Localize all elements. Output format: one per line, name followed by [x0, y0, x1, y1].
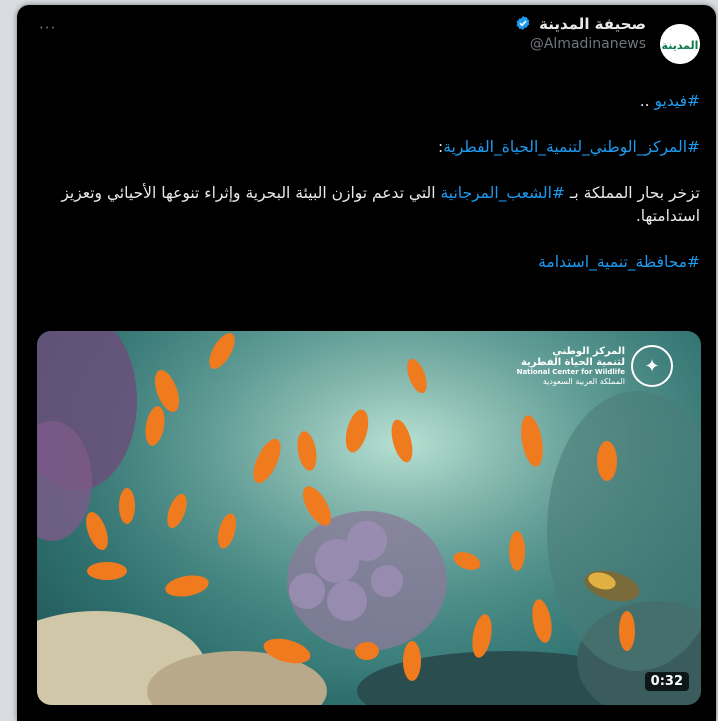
author-block: صحيفة المدينة @Almadinanews — [515, 15, 646, 52]
hashtag-wildlife-center[interactable]: #المركز_الوطني_لتنمية_الحياة_الفطرية — [443, 138, 700, 156]
avatar-text: المدينة — [662, 39, 699, 52]
palm-swords-emblem-icon: ✦ — [631, 345, 673, 387]
logo-arabic-line2: لتنمية الحياة الفطرية — [520, 357, 625, 368]
hashtag-video[interactable]: #فيديو — [654, 92, 700, 110]
tweet-line-4: #محافظة_تنمية_استدامة — [33, 251, 700, 274]
verified-badge-icon — [516, 16, 530, 30]
hashtag-coral-reefs[interactable]: #الشعب_المرجانية — [441, 184, 565, 202]
coral-reef-scene — [37, 331, 701, 705]
tweet-paragraph: تزخر بحار المملكة بـ #الشعب_المرجانية ال… — [33, 182, 700, 228]
tweet-line-1-rest: .. — [639, 92, 655, 110]
logo-text: المركز الوطني لتنمية الحياة الفطرية Nati… — [517, 346, 625, 386]
logo-arabic-line1: المركز الوطني — [552, 346, 625, 357]
tweet-paragraph-part1: تزخر بحار المملكة بـ — [564, 184, 700, 202]
tweet-text: #فيديو .. #المركز_الوطني_لتنمية_الحياة_ا… — [33, 90, 700, 274]
wildlife-center-logo: ✦ المركز الوطني لتنمية الحياة الفطرية Na… — [517, 345, 673, 387]
author-name[interactable]: صحيفة المدينة — [539, 15, 646, 33]
tweet-card[interactable]: ··· المدينة صحيفة المدينة @Almadinanews … — [17, 5, 716, 721]
author-handle[interactable]: @Almadinanews — [515, 36, 646, 52]
hashtag-sustainability[interactable]: #محافظة_تنمية_استدامة — [538, 253, 700, 271]
tweet-line-1: #فيديو .. — [33, 90, 700, 113]
tweet-line-2: #المركز_الوطني_لتنمية_الحياة_الفطرية: — [33, 136, 700, 159]
logo-arabic-line3: المملكة العربية السعودية — [542, 377, 625, 386]
video-duration-badge: 0:32 — [644, 672, 689, 691]
author-name-row[interactable]: صحيفة المدينة — [515, 15, 646, 33]
avatar[interactable]: المدينة — [660, 24, 700, 64]
more-options-icon[interactable]: ··· — [39, 19, 56, 37]
almadina-logo-icon: المدينة — [660, 24, 700, 64]
logo-english: National Center for Wildlife — [516, 368, 625, 376]
video-player[interactable]: ✦ المركز الوطني لتنمية الحياة الفطرية Na… — [37, 331, 701, 705]
